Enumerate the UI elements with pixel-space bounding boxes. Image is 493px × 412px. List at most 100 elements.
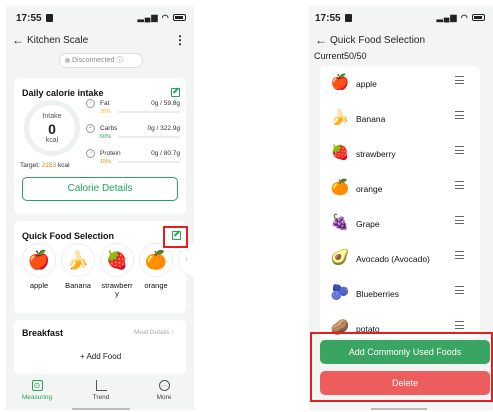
quick-food-item[interactable]: 🍓 strawberr y [100,243,134,298]
list-item[interactable]: 🫐 Blueberries [320,276,480,311]
calorie-target: Target: 2153 kcal [20,162,70,169]
macro-percent: 60% [100,134,112,140]
macro-carbs: ◓ Carbs 0g / 322.9g 60% [86,123,180,145]
more-vertical-icon[interactable]: ⋮ [174,33,186,47]
banana-icon: 🍌 [61,243,95,277]
chevron-right-icon: › [171,329,174,336]
macro-bar [118,136,180,138]
apple-icon: 🍎 [22,243,56,277]
protein-icon: ◔ [86,149,95,158]
status-bar: 17:55 ▂▄▆ ◠ [309,6,493,30]
macro-percent: 15% [100,159,112,165]
back-arrow-icon[interactable]: ← [315,33,327,47]
kitchen-scale-screen: 17:55 ▂▄▆ ◠ ← Kitchen Scale ⋮ Disconnect… [6,6,194,410]
food-label: Banana [65,281,91,290]
food-name: Avocado (Avocado) [356,254,430,264]
food-label: apple [29,281,49,290]
drag-handle-icon[interactable] [455,286,464,294]
strawberry-icon: 🍓 [100,243,134,277]
battery-icon [173,14,186,21]
macro-value: 0g / 59.8g [151,100,180,107]
status-dot-icon [65,58,70,63]
edit-icon[interactable] [171,88,180,97]
sim-icon [46,14,53,22]
list-item[interactable]: 🍊 orange [320,171,480,206]
quick-food-item[interactable]: 🍎 apple [22,243,56,290]
carbs-icon: ◓ [86,124,95,133]
ring-value: 0 [48,121,56,137]
quick-food-item[interactable]: 🍊 orange [139,243,173,290]
page-title: Kitchen Scale [27,35,89,46]
list-item[interactable]: 🍌 Banana [320,101,480,136]
scale-icon: ⊙ [31,380,43,391]
connection-status-badge[interactable]: Disconnected ⓘ [59,53,143,68]
blueberries-icon: 🫐 [330,284,350,301]
highlight-box [163,226,188,248]
status-icons: ▂▄▆ ◠ [138,13,186,22]
apple-icon: 🍎 [330,74,350,91]
status-icons: ▂▄▆ ◠ [437,13,485,22]
orange-icon: 🍊 [139,243,173,277]
tab-label: Trend [92,394,110,401]
ring-unit: kcal [45,137,59,144]
meal-title: Breakfast [22,328,64,338]
food-name: Grape [356,219,380,229]
status-bar: 17:55 ▂▄▆ ◠ [6,6,194,30]
list-item[interactable]: 🍎 apple [320,66,480,101]
daily-calorie-card: Daily calorie intake Intake 0 kcal Targe… [14,78,186,214]
strawberry-icon: 🍓 [330,144,350,161]
macro-fat: ♂ Fat 0g / 59.8g 25% [86,98,180,120]
sim-icon [345,14,352,22]
target-unit: kcal [57,162,70,169]
page-title: Quick Food Selection [330,35,426,46]
tab-label: More [156,394,172,401]
home-indicator [72,408,130,410]
macro-bar [118,111,180,113]
info-icon: ⓘ [116,57,124,64]
signal-icon: ▂▄▆ [436,13,458,22]
signal-icon: ▂▄▆ [137,13,159,22]
drag-handle-icon[interactable] [455,111,464,119]
home-indicator [371,408,427,410]
food-name: Banana [356,114,386,124]
drag-handle-icon[interactable] [455,251,464,259]
add-food-button[interactable]: + Add Food [80,352,121,361]
target-value: 2153 [41,162,57,169]
wifi-icon: ◠ [460,13,469,22]
tab-more[interactable]: ··· More [139,380,189,401]
food-name: strawberry [356,149,396,159]
calorie-details-button[interactable]: Calorie Details [22,177,178,201]
top-bar: ← Kitchen Scale ⋮ [6,33,194,51]
drag-handle-icon[interactable] [455,76,464,84]
target-label: Target: [20,162,40,169]
list-item[interactable]: 🥑 Avocado (Avocado) [320,241,480,276]
macro-bar [118,161,180,163]
drag-handle-icon[interactable] [455,321,464,329]
meal-details-link[interactable]: Meal Details › [134,329,174,336]
macro-name: Carbs [100,125,118,132]
back-arrow-icon[interactable]: ← [12,33,24,47]
more-foods-icon[interactable]: › [178,243,194,277]
drag-handle-icon[interactable] [455,216,464,224]
list-item[interactable]: 🍇 Grape [320,206,480,241]
meal-details-text: Meal Details [134,329,170,336]
macro-name: Protein [100,150,121,157]
selection-count: Current50/50 [314,51,367,61]
drag-handle-icon[interactable] [455,146,464,154]
macro-value: 0g / 80.7g [151,150,180,157]
list-item[interactable]: 🍓 strawberry [320,136,480,171]
more-icon: ··· [158,380,170,391]
quick-food-item[interactable]: 🍌 Banana [61,243,95,290]
quick-food-title: Quick Food Selection [22,231,115,241]
food-label: strawberr y [101,281,133,298]
fat-icon: ♂ [86,99,95,108]
food-name: Blueberries [356,289,399,299]
intake-ring: Intake 0 kcal [24,100,80,156]
tab-measuring[interactable]: ⊙ Measuring [12,380,62,401]
connection-status-text: Disconnected [72,57,115,64]
drag-handle-icon[interactable] [455,181,464,189]
bottom-tab-bar: ⊙ Measuring Trend ··· More [6,378,194,410]
tab-trend[interactable]: Trend [76,380,126,401]
food-list[interactable]: 🍎 apple 🍌 Banana 🍓 strawberry 🍊 orange 🍇… [320,66,480,338]
food-name: orange [356,184,383,194]
